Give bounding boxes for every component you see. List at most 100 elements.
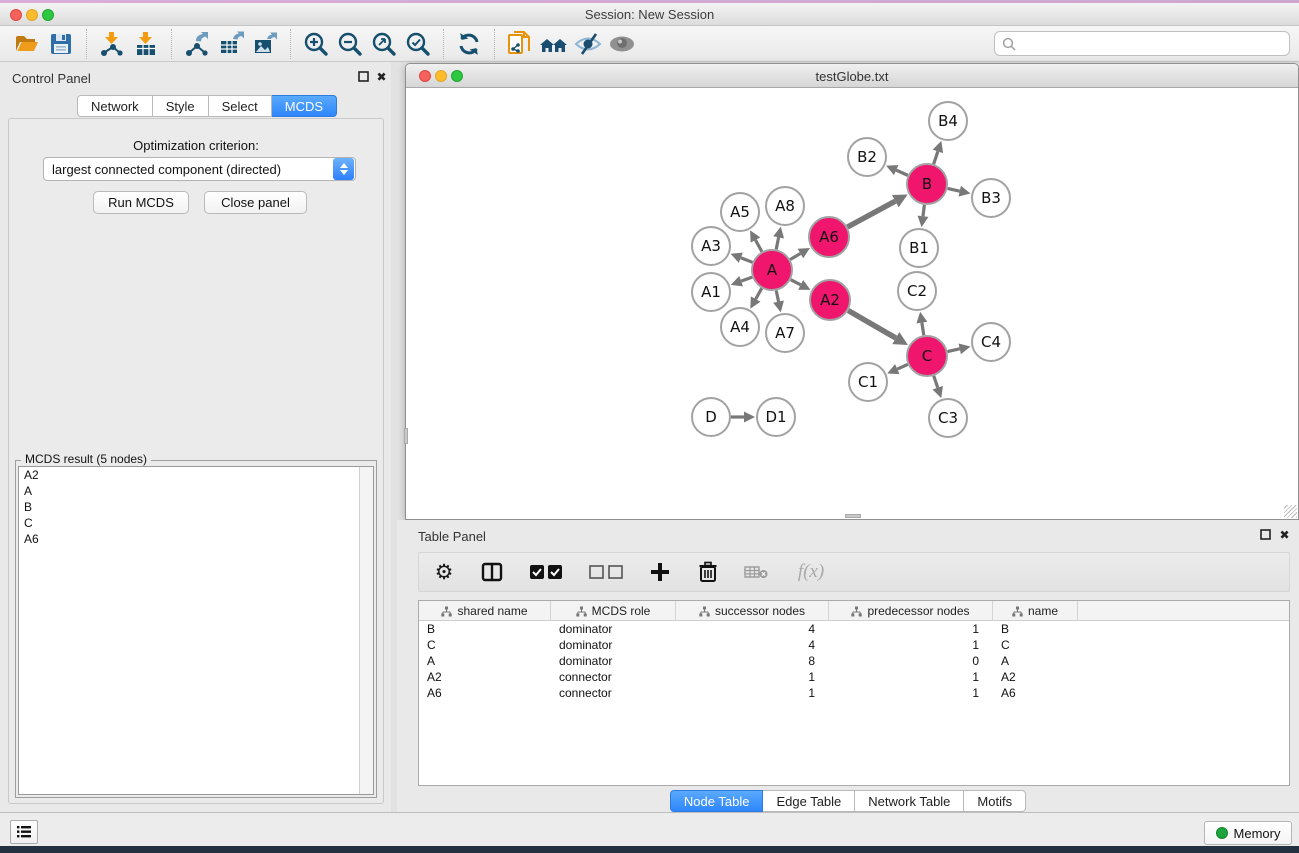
column-header-MCDS-role[interactable]: MCDS role	[551, 601, 676, 621]
close-panel-button[interactable]: Close panel	[204, 191, 307, 214]
hide-selected-icon[interactable]	[571, 29, 605, 59]
graph-edge-B-B1[interactable]	[923, 205, 924, 216]
horizontal-splitter-handle[interactable]	[845, 514, 861, 518]
graph-edge-B-B4[interactable]	[934, 151, 938, 164]
table-cell[interactable]: A2	[993, 669, 1078, 685]
table-cell[interactable]: 1	[829, 669, 993, 685]
column-header-name[interactable]: name	[993, 601, 1078, 621]
tab-network-table[interactable]: Network Table	[855, 790, 964, 812]
graph-edge-C-C3[interactable]	[934, 376, 938, 388]
tab-style[interactable]: Style	[153, 95, 209, 117]
table-cell[interactable]: 1	[829, 621, 993, 637]
graph-edge-A-A4[interactable]	[756, 288, 762, 299]
table-cell[interactable]: A6	[993, 685, 1078, 701]
table-cell[interactable]: 4	[676, 621, 829, 637]
table-cell[interactable]: connector	[551, 685, 676, 701]
column-header-predecessor-nodes[interactable]: predecessor nodes	[829, 601, 993, 621]
column-header-successor-nodes[interactable]: successor nodes	[676, 601, 829, 621]
network-window-titlebar[interactable]: testGlobe.txt	[406, 64, 1298, 88]
graph-edge-C-C1[interactable]	[897, 364, 908, 369]
table-row[interactable]: Cdominator41C	[419, 637, 1289, 653]
mcds-result-item[interactable]: A6	[19, 531, 373, 547]
table-row[interactable]: Adominator80A	[419, 653, 1289, 669]
graph-edge-A-A8[interactable]	[776, 237, 778, 249]
graph-edge-A-A1[interactable]	[741, 277, 752, 281]
delete-columns-trash-icon[interactable]	[695, 559, 721, 585]
table-cell[interactable]: 4	[676, 637, 829, 653]
table-cell[interactable]: A6	[419, 685, 551, 701]
save-session-icon[interactable]	[44, 29, 78, 59]
table-row[interactable]: Bdominator41B	[419, 621, 1289, 637]
export-image-icon[interactable]	[248, 29, 282, 59]
create-new-column-icon[interactable]	[647, 559, 673, 585]
float-table-panel-icon[interactable]	[1259, 528, 1272, 541]
vertical-splitter-handle[interactable]	[404, 428, 408, 444]
graph-edge-A-A7[interactable]	[776, 291, 778, 302]
tab-node-table[interactable]: Node Table	[670, 790, 764, 812]
mcds-result-list[interactable]: A2ABCA6	[18, 466, 374, 795]
network-canvas[interactable]: AA1A2A3A4A5A6A7A8BB1B2B3B4CC1C2C3C4DD1	[406, 88, 1298, 519]
graph-edge-B-B2[interactable]	[896, 170, 908, 175]
graph-edge-A-A2[interactable]	[791, 280, 801, 285]
zoom-fit-icon[interactable]	[367, 29, 401, 59]
resize-grip-icon[interactable]	[1284, 505, 1297, 518]
show-columns-icon[interactable]	[479, 559, 505, 585]
tab-edge-table[interactable]: Edge Table	[763, 790, 855, 812]
graph-edge-A-A5[interactable]	[755, 240, 761, 252]
show-panels-list-button[interactable]	[10, 820, 38, 844]
tab-select[interactable]: Select	[209, 95, 272, 117]
deselect-all-columns-icon[interactable]	[587, 559, 625, 585]
criterion-dropdown[interactable]: largest connected component (directed)	[43, 157, 356, 181]
table-cell[interactable]: 8	[676, 653, 829, 669]
table-cell[interactable]: dominator	[551, 637, 676, 653]
first-neighbors-icon[interactable]	[537, 29, 571, 59]
graph-edge-C-C2[interactable]	[922, 323, 924, 336]
run-mcds-button[interactable]: Run MCDS	[93, 191, 189, 214]
table-cell[interactable]: 0	[829, 653, 993, 669]
zoom-out-icon[interactable]	[333, 29, 367, 59]
zoom-selected-icon[interactable]	[401, 29, 435, 59]
export-network-icon[interactable]	[180, 29, 214, 59]
table-cell[interactable]: 1	[676, 669, 829, 685]
search-box[interactable]	[994, 31, 1290, 56]
table-cell[interactable]: 1	[676, 685, 829, 701]
mcds-result-item[interactable]: A	[19, 483, 373, 499]
table-options-gear-icon[interactable]: ⚙	[431, 559, 457, 585]
graph-edge-A-A3[interactable]	[741, 258, 753, 263]
table-cell[interactable]: A	[419, 653, 551, 669]
import-table-icon[interactable]	[129, 29, 163, 59]
graph-edge-A2-C[interactable]	[848, 310, 896, 338]
import-network-icon[interactable]	[95, 29, 129, 59]
table-cell[interactable]: A2	[419, 669, 551, 685]
select-all-columns-icon[interactable]	[527, 559, 565, 585]
zoom-in-icon[interactable]	[299, 29, 333, 59]
graph-edge-A-A6[interactable]	[790, 254, 800, 260]
mcds-result-item[interactable]: C	[19, 515, 373, 531]
graph-edge-A6-B[interactable]	[847, 201, 895, 227]
tab-network[interactable]: Network	[77, 95, 153, 117]
close-panel-icon[interactable]: ✖	[375, 70, 388, 83]
table-cell[interactable]: connector	[551, 669, 676, 685]
scrollbar-track[interactable]	[359, 467, 373, 794]
close-table-panel-icon[interactable]: ✖	[1278, 528, 1291, 541]
mcds-result-item[interactable]: B	[19, 499, 373, 515]
table-cell[interactable]: B	[993, 621, 1078, 637]
tab-mcds[interactable]: MCDS	[272, 95, 337, 117]
tab-motifs[interactable]: Motifs	[964, 790, 1026, 812]
table-row[interactable]: A6connector11A6	[419, 685, 1289, 701]
graph-edge-C-C4[interactable]	[948, 349, 960, 352]
show-graphics-details-icon[interactable]	[605, 29, 639, 59]
table-cell[interactable]: C	[993, 637, 1078, 653]
network-graph[interactable]: AA1A2A3A4A5A6A7A8BB1B2B3B4CC1C2C3C4DD1	[406, 88, 1298, 519]
open-session-icon[interactable]	[10, 29, 44, 59]
graph-edge-B-B3[interactable]	[948, 188, 960, 191]
column-header-shared-name[interactable]: shared name	[419, 601, 551, 621]
memory-button[interactable]: Memory	[1204, 821, 1292, 845]
float-panel-icon[interactable]	[357, 70, 370, 83]
mcds-result-item[interactable]: A2	[19, 467, 373, 483]
table-cell[interactable]: dominator	[551, 621, 676, 637]
table-cell[interactable]: A	[993, 653, 1078, 669]
node-table[interactable]: shared nameMCDS rolesuccessor nodesprede…	[418, 600, 1290, 786]
table-cell[interactable]: dominator	[551, 653, 676, 669]
table-cell[interactable]: 1	[829, 637, 993, 653]
